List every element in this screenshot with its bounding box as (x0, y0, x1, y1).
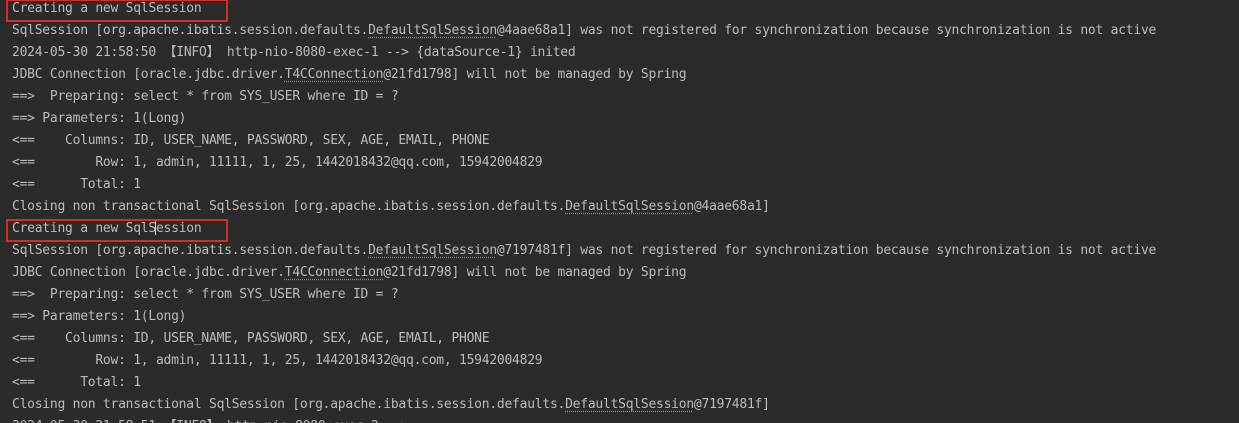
console-line: JDBC Connection [oracle.jdbc.driver.T4CC… (12, 262, 687, 284)
class-link[interactable]: T4CConnection (285, 265, 384, 280)
console-output: Creating a new SqlSession SqlSession [org… (0, 0, 1239, 423)
class-link[interactable]: DefaultSqlSession (368, 23, 497, 38)
console-text: SqlSession [org.apache.ibatis.session.de… (12, 243, 369, 258)
console-text: SqlSession [org.apache.ibatis.session.de… (12, 23, 369, 38)
console-text: Closing non transactional SqlSession [or… (12, 397, 566, 412)
console-text: Creating a new SqlS (12, 221, 156, 236)
console-text: @21fd1798] will not be managed by Spring (383, 67, 687, 82)
console-text: @21fd1798] will not be managed by Spring (383, 265, 687, 280)
console-text: ==> Parameters: 1(Long) (12, 309, 187, 324)
console-line: <== Row: 1, admin, 11111, 1, 25, 1442018… (12, 152, 543, 174)
console-line-highlighted: Creating a new SqlSession (12, 218, 202, 240)
console-line: SqlSession [org.apache.ibatis.session.de… (12, 240, 1156, 262)
class-link[interactable]: DefaultSqlSession (565, 199, 694, 214)
console-line: 2024-05-30 21:58:50 【INFO】 http-nio-8080… (12, 42, 576, 64)
console-text: @4aae68a1] was not registered for synchr… (496, 23, 1157, 38)
class-link[interactable]: DefaultSqlSession (565, 397, 694, 412)
console-text: Closing non transactional SqlSession [or… (12, 199, 566, 214)
console-text: JDBC Connection [oracle.jdbc.driver. (12, 265, 285, 280)
console-line: <== Columns: ID, USER_NAME, PASSWORD, SE… (12, 130, 490, 152)
console-line: JDBC Connection [oracle.jdbc.driver.T4CC… (12, 64, 687, 86)
console-text: <== Columns: ID, USER_NAME, PASSWORD, SE… (12, 331, 490, 346)
console-text: 2024-05-30 21:58:51 【INFO】 http-nio-8080… (12, 419, 439, 423)
console-line: <== Row: 1, admin, 11111, 1, 25, 1442018… (12, 350, 543, 372)
console-line: <== Total: 1 (12, 174, 141, 196)
console-line: SqlSession [org.apache.ibatis.session.de… (12, 20, 1156, 42)
console-text: @7197481f] (693, 397, 770, 412)
class-link[interactable]: T4CConnection (285, 67, 384, 82)
console-text: <== Row: 1, admin, 11111, 1, 25, 1442018… (12, 155, 543, 170)
console-text: <== Total: 1 (12, 375, 141, 390)
console-text: 2024-05-30 21:58:50 【INFO】 http-nio-8080… (12, 45, 576, 60)
console-line-highlighted: Creating a new SqlSession (12, 0, 202, 20)
console-text: ession (155, 221, 202, 236)
console-line: <== Total: 1 (12, 372, 141, 394)
console-line: ==> Preparing: select * from SYS_USER wh… (12, 284, 399, 306)
console-line: ==> Preparing: select * from SYS_USER wh… (12, 86, 399, 108)
console-text: @4aae68a1] (693, 199, 770, 214)
console-line: <== Columns: ID, USER_NAME, PASSWORD, SE… (12, 328, 490, 350)
console-text: JDBC Connection [oracle.jdbc.driver. (12, 67, 285, 82)
console-text: <== Row: 1, admin, 11111, 1, 25, 1442018… (12, 353, 543, 368)
class-link[interactable]: DefaultSqlSession (368, 243, 497, 258)
console-text: ==> Preparing: select * from SYS_USER wh… (12, 89, 399, 104)
console-line: Closing non transactional SqlSession [or… (12, 394, 770, 416)
console-text: @7197481f] was not registered for synchr… (496, 243, 1157, 258)
console-line: Closing non transactional SqlSession [or… (12, 196, 770, 218)
console-line: 2024-05-30 21:58:51 【INFO】 http-nio-8080… (12, 416, 439, 423)
console-line: ==> Parameters: 1(Long) (12, 108, 187, 130)
console-text: ==> Preparing: select * from SYS_USER wh… (12, 287, 399, 302)
console-text: <== Total: 1 (12, 177, 141, 192)
console-text: <== Columns: ID, USER_NAME, PASSWORD, SE… (12, 133, 490, 148)
console-text: Creating a new SqlSession (12, 1, 202, 16)
console-line: ==> Parameters: 1(Long) (12, 306, 187, 328)
console-text: ==> Parameters: 1(Long) (12, 111, 187, 126)
